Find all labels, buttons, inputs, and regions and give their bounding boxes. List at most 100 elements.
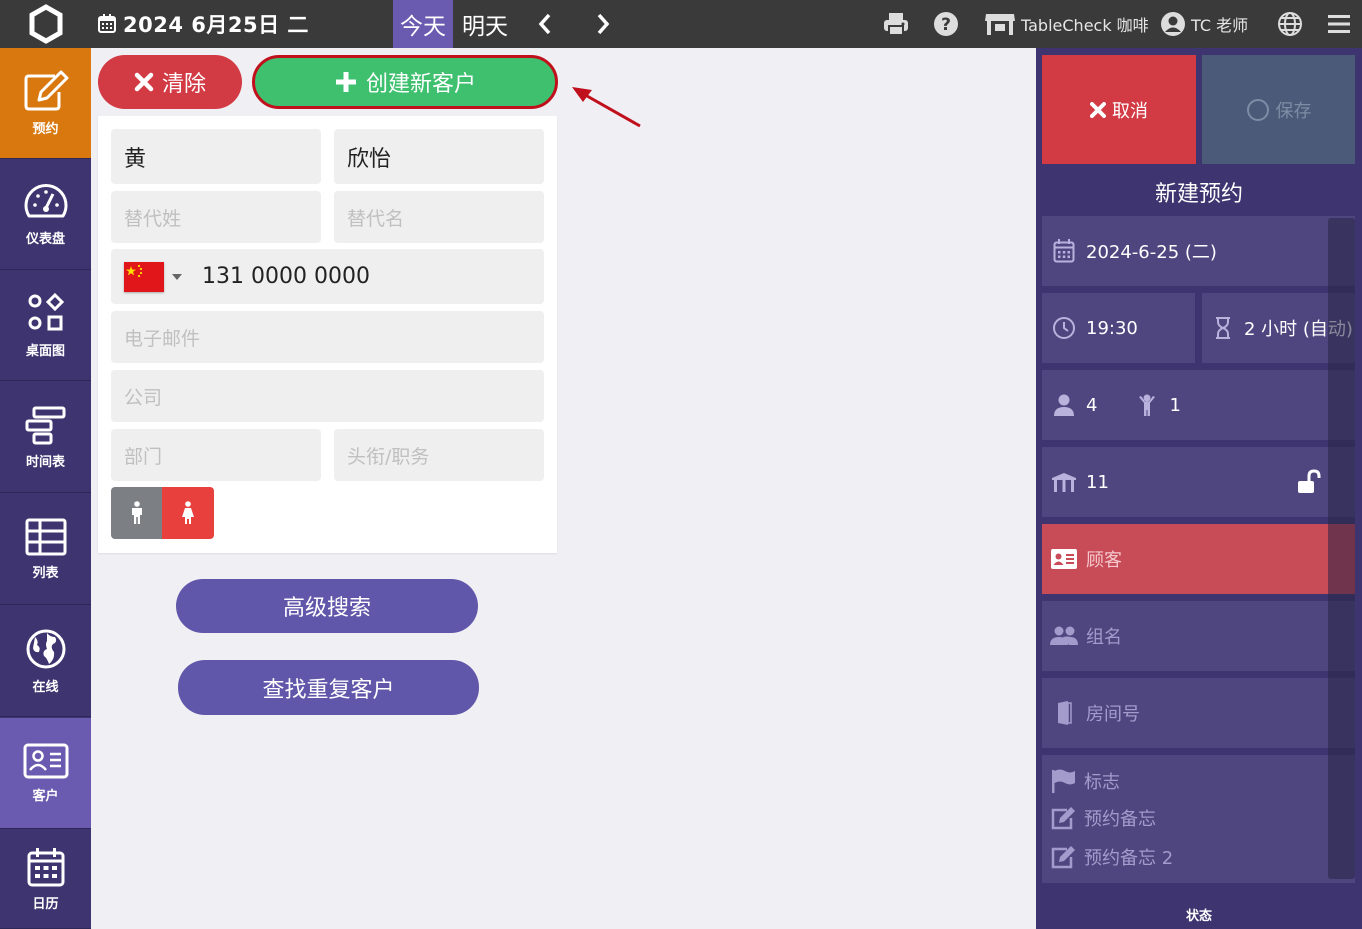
- hourglass-icon: [1202, 316, 1244, 340]
- sidebar-item-online[interactable]: 在线: [0, 606, 91, 717]
- child-count: 1: [1169, 394, 1181, 416]
- contact-card-icon: [1042, 548, 1086, 570]
- clear-button-label: 清除: [161, 72, 206, 97]
- create-new-customer-button[interactable]: 创建新客户: [252, 55, 558, 109]
- gender-female-button[interactable]: [162, 487, 214, 539]
- top-bar: 2024 6月25日 二 今天 明天 ? TableCheck 咖啡 TC 老师: [0, 0, 1362, 48]
- hamburger-menu-icon[interactable]: [1326, 0, 1352, 48]
- contact-card-icon: [23, 743, 68, 778]
- gender-male-button[interactable]: [111, 487, 162, 539]
- chevron-right-icon[interactable]: [588, 0, 618, 48]
- sidebar-item-floor-plan[interactable]: 桌面图: [0, 270, 91, 381]
- adult-count: 4: [1086, 394, 1098, 416]
- child-icon: [1125, 393, 1169, 417]
- print-icon[interactable]: [882, 0, 910, 48]
- sidebar-item-timeline[interactable]: 时间表: [0, 382, 91, 493]
- clear-button[interactable]: 清除: [98, 55, 242, 109]
- table-number: 11: [1086, 471, 1109, 493]
- store-name: TableCheck 咖啡: [1021, 16, 1149, 35]
- phone-number: 131 0000 0000: [202, 264, 370, 289]
- sidebar-item-dashboard[interactable]: 仪表盘: [0, 159, 91, 270]
- language-globe-icon[interactable]: [1276, 0, 1304, 48]
- user-icon: [1161, 12, 1185, 36]
- group-name-field[interactable]: 组名: [1042, 601, 1355, 671]
- clock-icon: [1042, 316, 1086, 340]
- department-field[interactable]: 部门: [111, 429, 321, 481]
- calendar-icon: [98, 14, 116, 33]
- annotation-arrow-icon: [572, 87, 641, 128]
- user-name: TC 老师: [1191, 16, 1249, 35]
- sidebar-item-label: 桌面图: [25, 343, 65, 359]
- app-logo-icon[interactable]: [0, 0, 91, 48]
- email-field[interactable]: 电子邮件: [111, 311, 544, 363]
- company-field[interactable]: 公司: [111, 370, 544, 422]
- status-label[interactable]: 状态: [1036, 905, 1362, 924]
- memo-label: 预约备忘: [1084, 809, 1156, 830]
- chevron-left-icon[interactable]: [530, 0, 560, 48]
- svg-text:?: ?: [941, 15, 951, 35]
- female-icon: [182, 501, 194, 524]
- store-icon: [985, 14, 1015, 35]
- panel-scrollbar[interactable]: [1328, 218, 1355, 879]
- flag-label: 标志: [1084, 772, 1120, 793]
- memo2-row[interactable]: 预约备忘 2: [1050, 844, 1173, 870]
- find-duplicates-button[interactable]: 查找重复客户: [178, 660, 479, 715]
- create-button-label: 创建新客户: [365, 72, 476, 97]
- reservation-time-field[interactable]: 19:30: [1042, 293, 1195, 363]
- reservation-date: 2024-6-25 (二): [1086, 242, 1217, 263]
- job-title-field[interactable]: 头衔/职务: [334, 429, 544, 481]
- flag-row[interactable]: 标志: [1050, 768, 1120, 794]
- memo-row[interactable]: 预约备忘: [1050, 805, 1156, 831]
- close-icon: [134, 72, 154, 92]
- sidebar-item-label: 仪表盘: [25, 231, 65, 247]
- reservation-time: 19:30: [1086, 317, 1138, 339]
- panel-title: 新建预约: [1154, 182, 1243, 207]
- group-users-icon: [1042, 625, 1086, 647]
- alt-first-name-field[interactable]: 替代名: [334, 191, 544, 243]
- calendar-icon: [1042, 239, 1086, 263]
- party-size-field[interactable]: 4 1: [1042, 370, 1355, 440]
- dining-table-icon: [1042, 471, 1086, 493]
- table-icon: [25, 518, 66, 555]
- sidebar-item-label: 预约: [32, 121, 59, 137]
- store-selector[interactable]: TableCheck 咖啡: [984, 0, 1149, 48]
- sidebar-item-calendar[interactable]: 日历: [0, 830, 91, 929]
- current-date: 2024 6月25日 二: [123, 13, 309, 37]
- tomorrow-button[interactable]: 明天: [456, 0, 514, 48]
- unlock-icon[interactable]: [1296, 469, 1322, 500]
- help-icon[interactable]: ?: [932, 0, 960, 48]
- customer-form-card: 黄 欣怡 替代姓 替代名 131 0000 0000 电子邮件 公司 部门 头衔…: [98, 116, 557, 553]
- group-name-label: 组名: [1086, 627, 1122, 648]
- sidebar-item-label: 时间表: [25, 454, 65, 470]
- cancel-button[interactable]: 取消: [1042, 55, 1196, 164]
- advanced-search-button[interactable]: 高级搜索: [176, 579, 478, 633]
- edit-icon: [24, 70, 68, 110]
- circle-outline-icon: [1246, 98, 1269, 121]
- male-icon: [131, 501, 142, 524]
- dashboard-icon: [24, 183, 67, 217]
- china-flag-icon[interactable]: [124, 261, 164, 292]
- save-button[interactable]: 保存: [1202, 55, 1355, 164]
- globe-icon: [26, 629, 65, 668]
- today-button[interactable]: 今天: [393, 0, 453, 48]
- first-name-field[interactable]: 欣怡: [334, 129, 544, 184]
- sidebar-item-customers[interactable]: 客户: [0, 718, 91, 829]
- room-number-field[interactable]: 房间号: [1042, 678, 1355, 748]
- user-menu[interactable]: TC 老师: [1160, 0, 1248, 48]
- plus-icon: [335, 72, 356, 92]
- table-field[interactable]: 11: [1042, 447, 1355, 517]
- sidebar-item-list[interactable]: 列表: [0, 494, 91, 605]
- date-picker[interactable]: 2024 6月25日 二: [97, 0, 309, 48]
- last-name-field[interactable]: 黄: [111, 129, 321, 184]
- sidebar-item-reservation[interactable]: 预约: [0, 48, 91, 159]
- customer-field[interactable]: 顾客: [1042, 524, 1355, 594]
- reservation-date-field[interactable]: 2024-6-25 (二): [1042, 216, 1355, 286]
- phone-field[interactable]: 131 0000 0000: [111, 249, 544, 304]
- edit-icon: [1051, 807, 1075, 830]
- caret-down-icon[interactable]: [172, 273, 182, 280]
- sidebar-item-label: 日历: [32, 896, 59, 912]
- shapes-icon: [28, 292, 64, 330]
- close-icon: [1090, 101, 1106, 118]
- alt-last-name-field[interactable]: 替代姓: [111, 191, 321, 243]
- save-button-label: 保存: [1275, 100, 1312, 122]
